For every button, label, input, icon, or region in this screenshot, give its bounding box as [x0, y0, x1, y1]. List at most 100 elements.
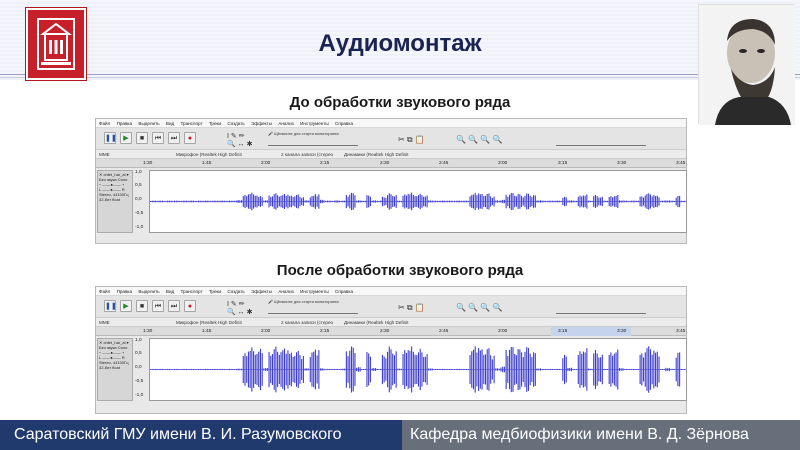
ruler-tick: 2:00	[261, 161, 271, 166]
monitor-hint: Щёлкните для старта мониторинга	[274, 131, 339, 136]
svg-text:🔍 🔍 🔍 🔍: 🔍 🔍 🔍 🔍	[456, 302, 503, 312]
footer-department: Кафедра медбиофизики имени В. Д. Зёрнова	[402, 420, 800, 450]
scale-label: -0,5	[135, 379, 144, 384]
timeline-ruler[interactable]: 1:30 1:45 2:00 2:15 2:30 2:45 3:00 3:15 …	[96, 327, 686, 336]
menu-edit[interactable]: Правка	[117, 121, 133, 126]
svg-text:I ✎ ✏: I ✎ ✏	[227, 301, 245, 308]
menu-effects[interactable]: Эффекты	[251, 289, 272, 294]
amplitude-scale: 1,0 0,5 0,0 -0,5 -1,0	[134, 170, 148, 233]
record-volume-slider[interactable]	[268, 140, 358, 146]
waveform-svg	[150, 346, 686, 393]
menu-file[interactable]: Файл	[99, 289, 110, 294]
menu-tracks[interactable]: Треки	[209, 289, 221, 294]
menu-transport[interactable]: Транспорт	[180, 289, 202, 294]
scale-label: -0,5	[135, 211, 144, 216]
speaker-device[interactable]: Динамики (Realtek High Definit	[344, 150, 408, 159]
menu-generate[interactable]: Создать	[227, 121, 244, 126]
svg-text:🔍 ↔ ✱: 🔍 ↔ ✱	[227, 139, 253, 147]
menu-file[interactable]: Файл	[99, 121, 110, 126]
menu-analyze[interactable]: Анализ	[278, 289, 294, 294]
menu-select[interactable]: Выделить	[138, 289, 159, 294]
menu-edit[interactable]: Правка	[117, 289, 133, 294]
ruler-tick: 3:15	[558, 329, 568, 334]
track-control-panel[interactable]: ✕ chtet_har_al ▾ Без звука Соло − ——●—— …	[97, 170, 133, 233]
mic-device[interactable]: Микрофон (Realtek High Definit	[176, 150, 242, 159]
mic-device[interactable]: Микрофон (Realtek High Definit	[176, 318, 242, 327]
menu-tools[interactable]: Инструменты	[300, 121, 329, 126]
ruler-tick: 3:00	[498, 161, 508, 166]
stop-button[interactable]: ■	[136, 300, 148, 312]
ruler-tick: 2:30	[380, 329, 390, 334]
menu-transport[interactable]: Транспорт	[180, 121, 202, 126]
play-button[interactable]: ▶	[120, 132, 132, 144]
edit-toolbar[interactable]: ✂ ⧉ 📋 🔍 🔍 🔍 🔍	[396, 300, 546, 314]
pause-button[interactable]: ❚❚	[104, 132, 117, 144]
ruler-tick: 3:30	[617, 329, 627, 334]
track-control-panel[interactable]: ✕ chtet_har_al ▾ Без звука Соло − ——●—— …	[97, 338, 133, 401]
speaker-device[interactable]: Динамики (Realtek High Definit	[344, 318, 408, 327]
record-button[interactable]: ●	[184, 300, 196, 312]
menu-analyze[interactable]: Анализ	[278, 121, 294, 126]
ruler-tick: 2:30	[380, 161, 390, 166]
svg-text:🔍 🔍 🔍 🔍: 🔍 🔍 🔍 🔍	[456, 134, 503, 144]
ruler-tick: 2:45	[439, 161, 449, 166]
menu-view[interactable]: Вид	[166, 289, 174, 294]
skip-end-button[interactable]: ⏭	[168, 300, 180, 312]
track-format: 32-бит float	[99, 197, 120, 202]
amplitude-scale: 1,0 0,5 0,0 -0,5 -1,0	[134, 338, 148, 401]
tools-icons[interactable]: I ✎ ✏ 🔍 ↔ ✱	[226, 299, 266, 316]
audio-track: ✕ chtet_har_al ▾ Без звука Соло − ——●—— …	[96, 338, 687, 401]
ruler-tick: 3:00	[498, 329, 508, 334]
menu-generate[interactable]: Создать	[227, 289, 244, 294]
after-processing-title: После обработки звукового ряда	[276, 262, 524, 279]
skip-start-button[interactable]: ⏮	[152, 132, 164, 144]
track-format: 32-бит float	[99, 365, 120, 370]
channel-select[interactable]: 2 канала записи (стерео	[281, 150, 333, 159]
svg-text:I ✎ ✏: I ✎ ✏	[227, 133, 245, 140]
monitor-hint: Щёлкните для старта мониторинга	[274, 299, 339, 304]
pause-button[interactable]: ❚❚	[104, 300, 117, 312]
menu-bar: Файл Правка Выделить Вид Транспорт Треки…	[96, 119, 686, 128]
menu-tracks[interactable]: Треки	[209, 121, 221, 126]
waveform-before[interactable]	[149, 170, 687, 233]
audio-host[interactable]: MME	[99, 152, 110, 157]
stop-button[interactable]: ■	[136, 132, 148, 144]
transport-toolbar: ❚❚ ▶ ■ ⏮ ⏭ ● I ✎ ✏ 🔍 ↔ ✱ 🎤 Щёлкните для …	[96, 296, 686, 318]
audio-host[interactable]: MME	[99, 320, 110, 325]
edit-tools-icon: I ✎ ✏ 🔍 ↔ ✱	[227, 133, 253, 148]
menu-view[interactable]: Вид	[166, 121, 174, 126]
ruler-tick: 2:45	[439, 329, 449, 334]
playback-volume-slider[interactable]	[556, 308, 646, 314]
edit-icons: ✂ ⧉ 📋 🔍 🔍 🔍 🔍	[398, 134, 503, 144]
scale-label: 0,5	[135, 183, 142, 188]
before-processing-title: До обработки звукового ряда	[289, 94, 511, 111]
tools-icons[interactable]: I ✎ ✏ 🔍 ↔ ✱	[226, 131, 266, 148]
menu-help[interactable]: Справка	[335, 289, 353, 294]
ruler-tick: 3:45	[676, 161, 686, 166]
waveform-svg	[150, 192, 686, 211]
ruler-tick: 1:30	[143, 161, 153, 166]
channel-select[interactable]: 2 канала записи (стерео	[281, 318, 333, 327]
record-button[interactable]: ●	[184, 132, 196, 144]
scale-label: 1,0	[135, 338, 142, 343]
menu-select[interactable]: Выделить	[138, 121, 159, 126]
slide: Аудиомонтаж До обработки звукового ряда …	[0, 0, 800, 450]
skip-start-button[interactable]: ⏮	[152, 300, 164, 312]
header-divider-secondary	[0, 77, 800, 78]
record-volume-slider[interactable]	[268, 308, 358, 314]
edit-toolbar[interactable]: ✂ ⧉ 📋 🔍 🔍 🔍 🔍	[396, 132, 546, 146]
skip-end-button[interactable]: ⏭	[168, 132, 180, 144]
play-button[interactable]: ▶	[120, 300, 132, 312]
playback-volume-slider[interactable]	[556, 140, 646, 146]
edit-tools-icon: I ✎ ✏ 🔍 ↔ ✱	[227, 301, 253, 316]
timeline-ruler[interactable]: 1:30 1:45 2:00 2:15 2:30 2:45 3:00 3:15 …	[96, 159, 686, 168]
menu-help[interactable]: Справка	[335, 121, 353, 126]
menu-tools[interactable]: Инструменты	[300, 289, 329, 294]
waveform-after[interactable]	[149, 338, 687, 401]
audacity-window-after: Файл Правка Выделить Вид Транспорт Треки…	[95, 286, 687, 414]
menu-effects[interactable]: Эффекты	[251, 121, 272, 126]
footer: Саратовский ГМУ имени В. И. Разумовского…	[0, 420, 800, 450]
transport-toolbar: ❚❚ ▶ ■ ⏮ ⏭ ● I ✎ ✏ 🔍 ↔ ✱ 🎤 Щёлкните для …	[96, 128, 686, 150]
ruler-tick: 2:15	[320, 329, 330, 334]
device-toolbar: MME Микрофон (Realtek High Definit 2 кан…	[96, 150, 686, 159]
